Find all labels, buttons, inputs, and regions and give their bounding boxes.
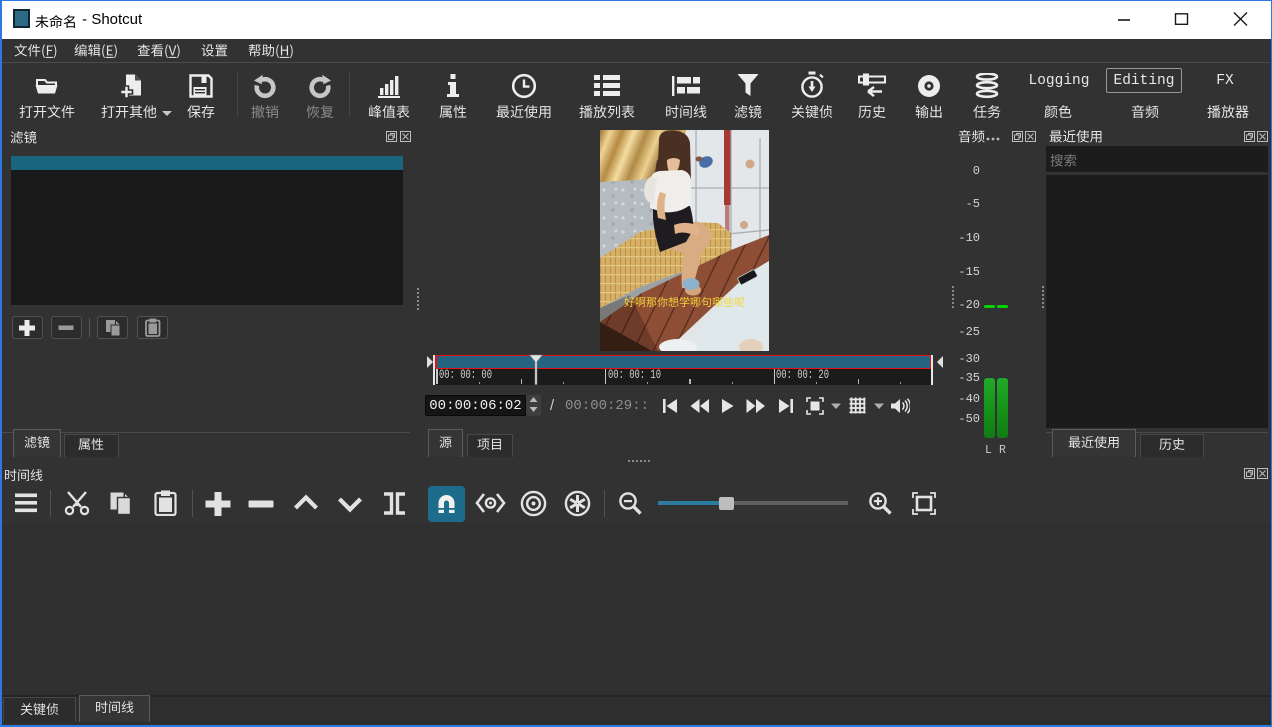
svg-text:00: 00: 00: 00: 00: 00	[439, 368, 492, 382]
svg-text:00: 00: 20: 00: 00: 20	[776, 368, 829, 382]
svg-text:00: 00: 10: 00: 00: 10	[608, 368, 661, 382]
